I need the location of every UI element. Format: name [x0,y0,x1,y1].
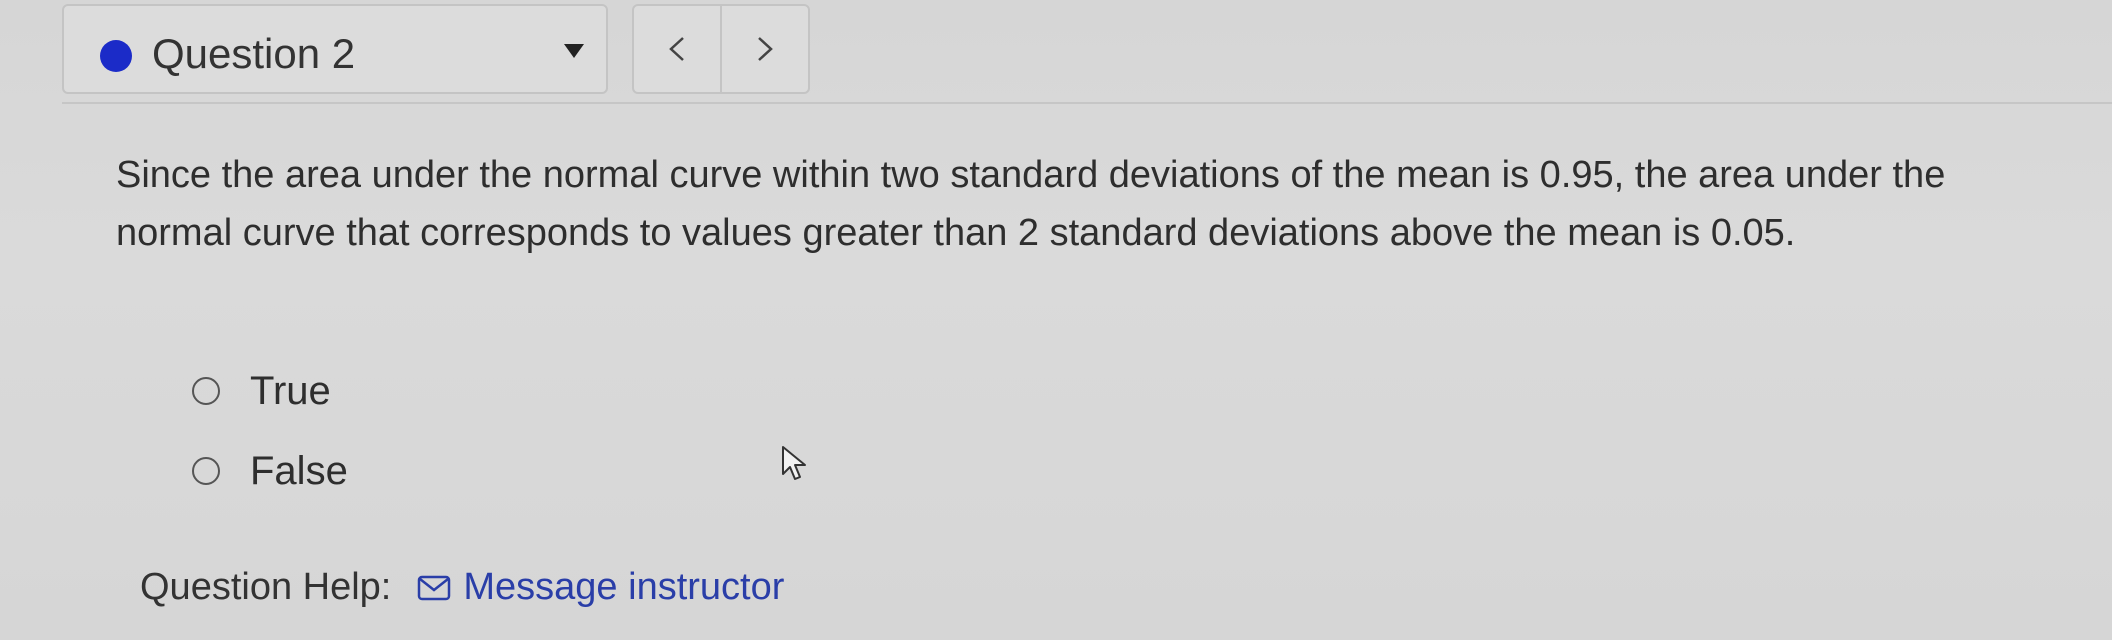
question-status-dot [100,40,132,72]
chevron-right-icon [758,37,773,61]
chevron-left-icon [669,37,684,61]
option-false[interactable]: False [192,446,348,496]
radio-true[interactable] [192,377,220,405]
question-help-label: Question Help: [140,566,392,608]
radio-false[interactable] [192,457,220,485]
message-instructor-link[interactable]: Message instructor [417,566,784,609]
question-nav-group [632,4,810,94]
caret-down-icon [564,44,584,58]
mouse-pointer-icon [782,446,806,480]
next-question-button[interactable] [720,6,808,92]
option-label-true: True [250,368,331,413]
message-instructor-label: Message instructor [463,566,785,608]
question-select-label: Question 2 [152,30,356,77]
previous-question-button[interactable] [634,6,720,92]
option-label-false: False [250,448,348,493]
question-page: Question 2 Since the area under the norm… [0,0,2112,640]
header-divider [62,102,2112,104]
question-text: Since the area under the normal curve wi… [116,154,1946,254]
question-select-dropdown[interactable]: Question 2 [62,4,608,94]
question-help: Question Help: Message instructor [140,566,784,609]
option-true[interactable]: True [192,366,331,416]
mail-icon [417,575,451,601]
